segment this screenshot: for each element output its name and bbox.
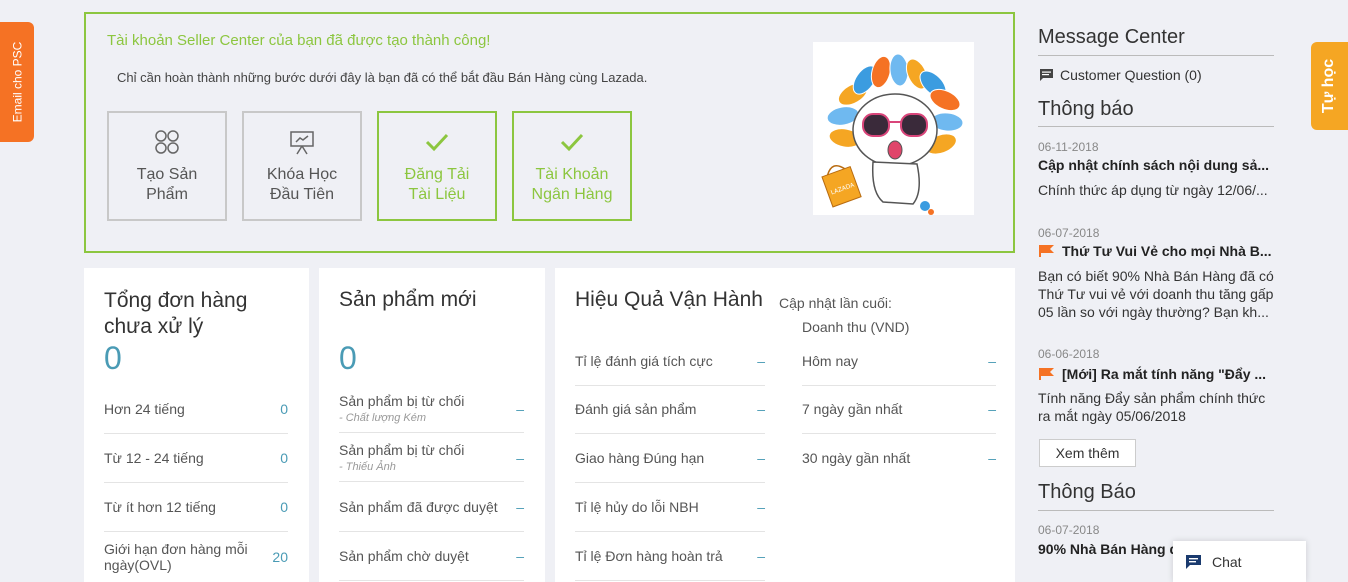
orders-total: 0 — [104, 340, 122, 376]
chat-label: Chat — [1212, 553, 1242, 570]
step-label: Tài Khoản Ngân Hàng — [531, 166, 613, 203]
divider — [1038, 510, 1274, 511]
notice-title-link[interactable]: Thứ Tư Vui Vẻ cho mọi Nhà B... — [1038, 243, 1274, 259]
product-icon — [153, 127, 181, 157]
check-icon — [558, 127, 586, 157]
divider — [1038, 126, 1274, 127]
notice-title-link[interactable]: [Mới] Ra mắt tính năng "Đẩy ... — [1038, 366, 1274, 382]
table-row[interactable]: Sản phẩm đã được duyệt – — [339, 499, 524, 532]
announcement-title: Thông Báo — [1038, 481, 1136, 503]
products-total: 0 — [339, 340, 357, 376]
check-icon — [423, 127, 451, 157]
performance-title: Hiệu Quả Vận Hành — [575, 288, 763, 311]
last-updated-label: Cập nhật lần cuối: — [779, 295, 892, 311]
new-products-card: Sản phẩm mới 0 Sản phẩm bị từ chối - Chất… — [319, 268, 545, 582]
divider — [1038, 55, 1274, 56]
table-row[interactable]: Hôm nay – — [802, 353, 996, 386]
products-title: Sản phẩm mới — [339, 288, 477, 311]
step-label: Đăng Tải Tài Liệu — [404, 166, 470, 203]
notice-body: Chính thức áp dụng từ ngày 12/06/... — [1038, 182, 1268, 198]
table-row[interactable]: Tỉ lệ hủy do lỗi NBH – — [575, 499, 765, 532]
mascot-illustration: LAZADA — [813, 42, 974, 215]
chat-icon — [1186, 554, 1201, 569]
notice-body: Bạn có biết 90% Nhà Bán Hàng đã có Thứ T… — [1038, 268, 1274, 320]
step-first-course[interactable]: Khóa Học Đầu Tiên — [242, 111, 362, 221]
table-row[interactable]: Sản phẩm chờ duyệt – — [339, 548, 524, 581]
presentation-icon — [288, 127, 316, 157]
onboarding-panel: Tài khoản Seller Center của bạn đã được … — [84, 12, 1015, 253]
flag-icon — [1039, 245, 1054, 257]
table-row[interactable]: Giới hạn đơn hàng mỗi ngày(OVL) 20 — [104, 541, 288, 581]
customer-question-link[interactable]: Customer Question (0) — [1039, 67, 1202, 83]
step-upload-documents[interactable]: Đăng Tải Tài Liệu — [377, 111, 497, 221]
self-study-label: Tự học — [1320, 58, 1338, 114]
table-row[interactable]: Giao hàng Đúng hạn – — [575, 450, 765, 483]
performance-card: Hiệu Quả Vận Hành Cập nhật lần cuối: Doa… — [555, 268, 1015, 582]
announcement-date: 06-07-2018 — [1038, 523, 1100, 537]
self-study-tab[interactable]: Tự học — [1311, 42, 1348, 130]
table-row[interactable]: Tỉ lệ Đơn hàng hoàn trả – — [575, 548, 765, 581]
notice-date: 06-06-2018 — [1038, 347, 1100, 361]
flag-icon — [1039, 368, 1054, 380]
onboarding-title: Tài khoản Seller Center của bạn đã được … — [107, 32, 491, 49]
step-create-product[interactable]: Tạo Sản Phẩm — [107, 111, 227, 221]
onboarding-subtitle: Chỉ cần hoàn thành những bước dưới đây l… — [117, 70, 648, 85]
table-row[interactable]: Đánh giá sản phẩm – — [575, 401, 765, 434]
chat-button[interactable]: Chat — [1173, 541, 1306, 582]
notice-title-link[interactable]: Cập nhật chính sách nội dung sả... — [1038, 157, 1274, 173]
table-row[interactable]: 30 ngày gần nhất – — [802, 450, 996, 483]
table-row[interactable]: 7 ngày gần nhất – — [802, 401, 996, 434]
notice-date: 06-07-2018 — [1038, 226, 1100, 240]
step-label: Khóa Học Đầu Tiên — [266, 166, 338, 203]
email-psc-tab[interactable]: Email cho PSC — [0, 22, 34, 142]
email-psc-label: Email cho PSC — [10, 41, 25, 123]
message-icon — [1040, 69, 1053, 81]
table-row[interactable]: Sản phẩm bị từ chối - Chất lượng Kém – — [339, 393, 524, 433]
table-row[interactable]: Hơn 24 tiếng 0 — [104, 401, 288, 434]
orders-card: Tổng đơn hàng chưa xử lý 0 Hơn 24 tiếng 0 … — [84, 268, 309, 582]
notices-title: Thông báo — [1038, 98, 1134, 120]
step-bank-account[interactable]: Tài Khoản Ngân Hàng — [512, 111, 632, 221]
message-center-title: Message Center — [1038, 26, 1185, 48]
table-row[interactable]: Từ ít hơn 12 tiếng 0 — [104, 499, 288, 532]
orders-title: Tổng đơn hàng chưa xử lý — [104, 289, 248, 338]
step-label: Tạo Sản Phẩm — [136, 166, 198, 203]
table-row[interactable]: Tỉ lệ đánh giá tích cực – — [575, 353, 765, 386]
notice-date: 06-11-2018 — [1038, 140, 1099, 154]
revenue-label: Doanh thu (VND) — [802, 319, 910, 335]
notice-body: Tính năng Đẩy sản phẩm chính thức ra mắt… — [1038, 390, 1266, 424]
see-more-button[interactable]: Xem thêm — [1039, 439, 1136, 467]
table-row[interactable]: Từ 12 - 24 tiếng 0 — [104, 450, 288, 483]
table-row[interactable]: Sản phẩm bị từ chối - Thiếu Ảnh – — [339, 442, 524, 482]
